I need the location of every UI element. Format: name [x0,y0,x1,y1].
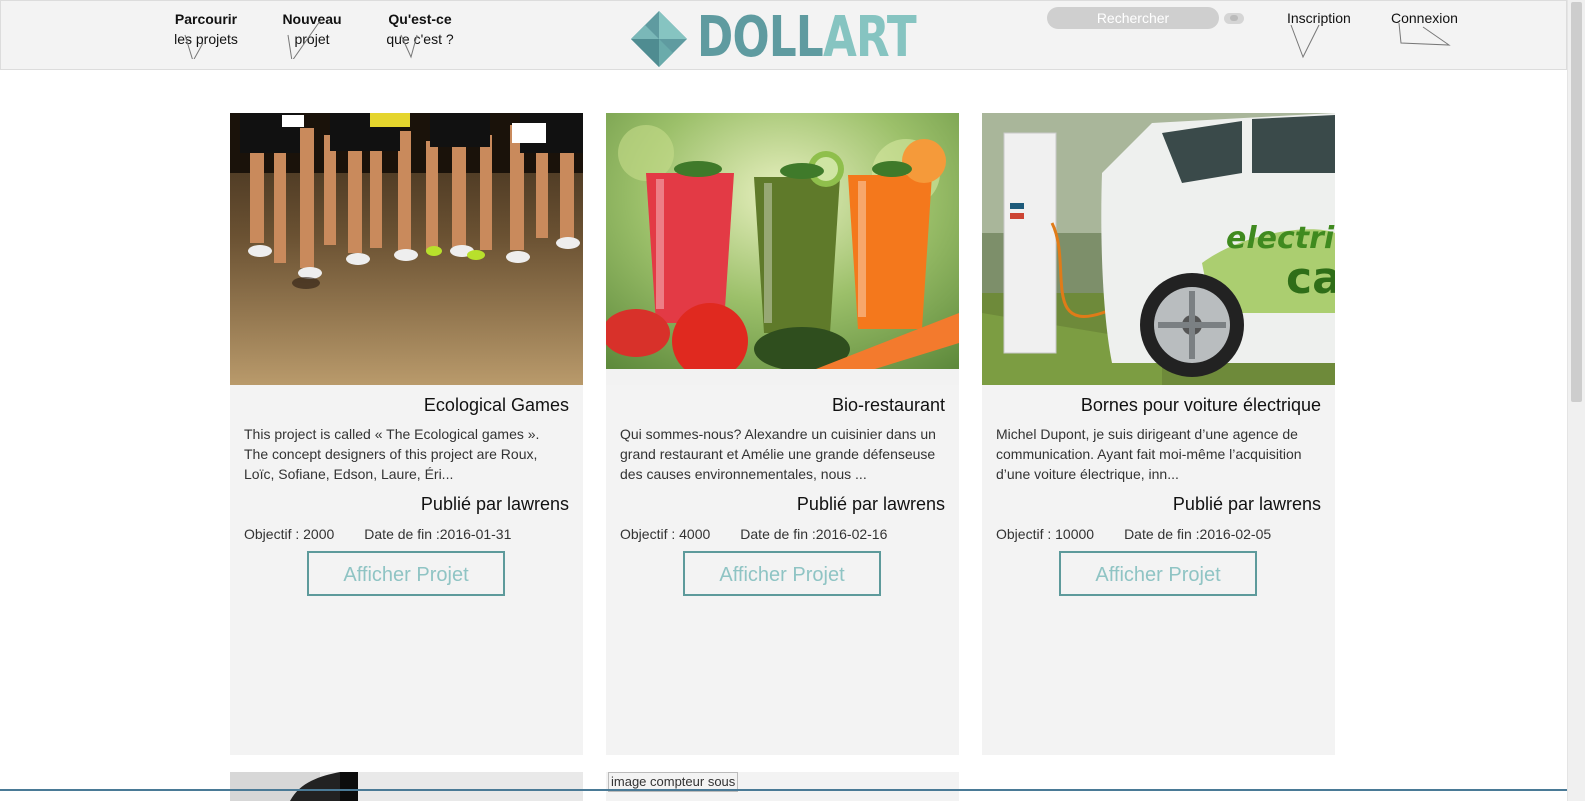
logo-word-part2: ART [822,5,917,70]
card-description: Michel Dupont, je suis dirigeant d’une a… [996,426,1302,482]
project-image-electric-car[interactable]: electric ca [982,113,1335,385]
project-image-juices[interactable] [606,113,959,385]
logo-wordmark: DOLLART [697,5,917,70]
card-goal: Objectif : 2000 [244,526,335,542]
electric-car-photo: electric ca [982,113,1335,385]
card-end-date: Date de fin :2016-01-31 [364,526,512,542]
card-meta: Objectif : 2000 Date de fin :2016-01-31 [244,525,511,543]
site-logo[interactable]: DOLLART [629,7,917,69]
search-input[interactable] [1047,7,1219,29]
page-scrollbar[interactable] [1567,0,1585,801]
view-project-button[interactable]: Afficher Projet [1059,551,1257,596]
card-goal: Objectif : 4000 [620,526,711,542]
card-meta: Objectif : 10000 Date de fin :2016-02-05 [996,525,1271,543]
project-image-partial[interactable] [230,772,583,801]
diamond-logo-icon [631,11,687,67]
project-card: electric ca Bornes pour voiture électriq… [982,113,1335,755]
card-description: This project is called « The Ecological … [244,426,540,482]
search-button[interactable] [1224,13,1244,24]
card-author: Publié par lawrens [420,494,569,514]
project-card: Bio-restaurant Qui sommes-nous? Alexandr… [606,113,959,755]
card-title: Bornes pour voiture électrique [1080,395,1321,415]
nav-new-label-bold: Nouveau [282,11,342,27]
nav-about-label-bold: Qu'est-ce [388,11,452,27]
nav-new-project[interactable]: Nouveau projet [280,9,344,59]
nav-browse-label-bold: Parcourir [174,11,238,27]
scrollbar-thumb[interactable] [1571,2,1582,402]
project-image-runners[interactable] [230,113,583,385]
card-title: Ecological Games [423,395,569,415]
speech-tail-icon [1398,22,1451,46]
card-goal: Objectif : 10000 [996,526,1095,542]
nav-about-label: que c'est ? [386,31,454,47]
project-card: Ecological Games This project is called … [230,113,583,755]
car-decal-text: electric [1226,221,1335,256]
card-author: Publié par lawrens [796,494,945,514]
card-end-date: Date de fin :2016-02-16 [740,526,888,542]
project-card-partial: image compteur sous [606,772,959,801]
nav-new-label: projet [294,31,330,47]
card-end-date: Date de fin :2016-02-05 [1124,526,1272,542]
marathon-photo [230,113,583,385]
card-title: Bio-restaurant [831,395,945,415]
nav-what-is-it[interactable]: Qu'est-ce que c'est ? [385,9,455,59]
site-header: Parcourir les projets Nouveau projet Qu'… [0,0,1567,70]
card-description: Qui sommes-nous? Alexandre un cuisinier … [620,426,936,482]
logo-word-part1: DOLL [697,5,824,70]
view-project-button[interactable]: Afficher Projet [683,551,881,596]
card-author: Publié par lawrens [1172,494,1321,514]
broken-image-alt-text: image compteur sous [611,774,736,789]
speech-tail-icon [1290,24,1320,59]
project-card-partial [230,772,583,801]
car-decal-text-2: ca [1286,253,1335,304]
card-meta: Objectif : 4000 Date de fin :2016-02-16 [620,525,887,543]
nav-browse-projects[interactable]: Parcourir les projets [173,9,239,59]
view-project-button[interactable]: Afficher Projet [307,551,505,596]
search-icon [1230,15,1238,21]
juice-photo [606,113,959,385]
nav-browse-label: les projets [174,31,238,47]
window-bottom-edge [0,789,1567,791]
